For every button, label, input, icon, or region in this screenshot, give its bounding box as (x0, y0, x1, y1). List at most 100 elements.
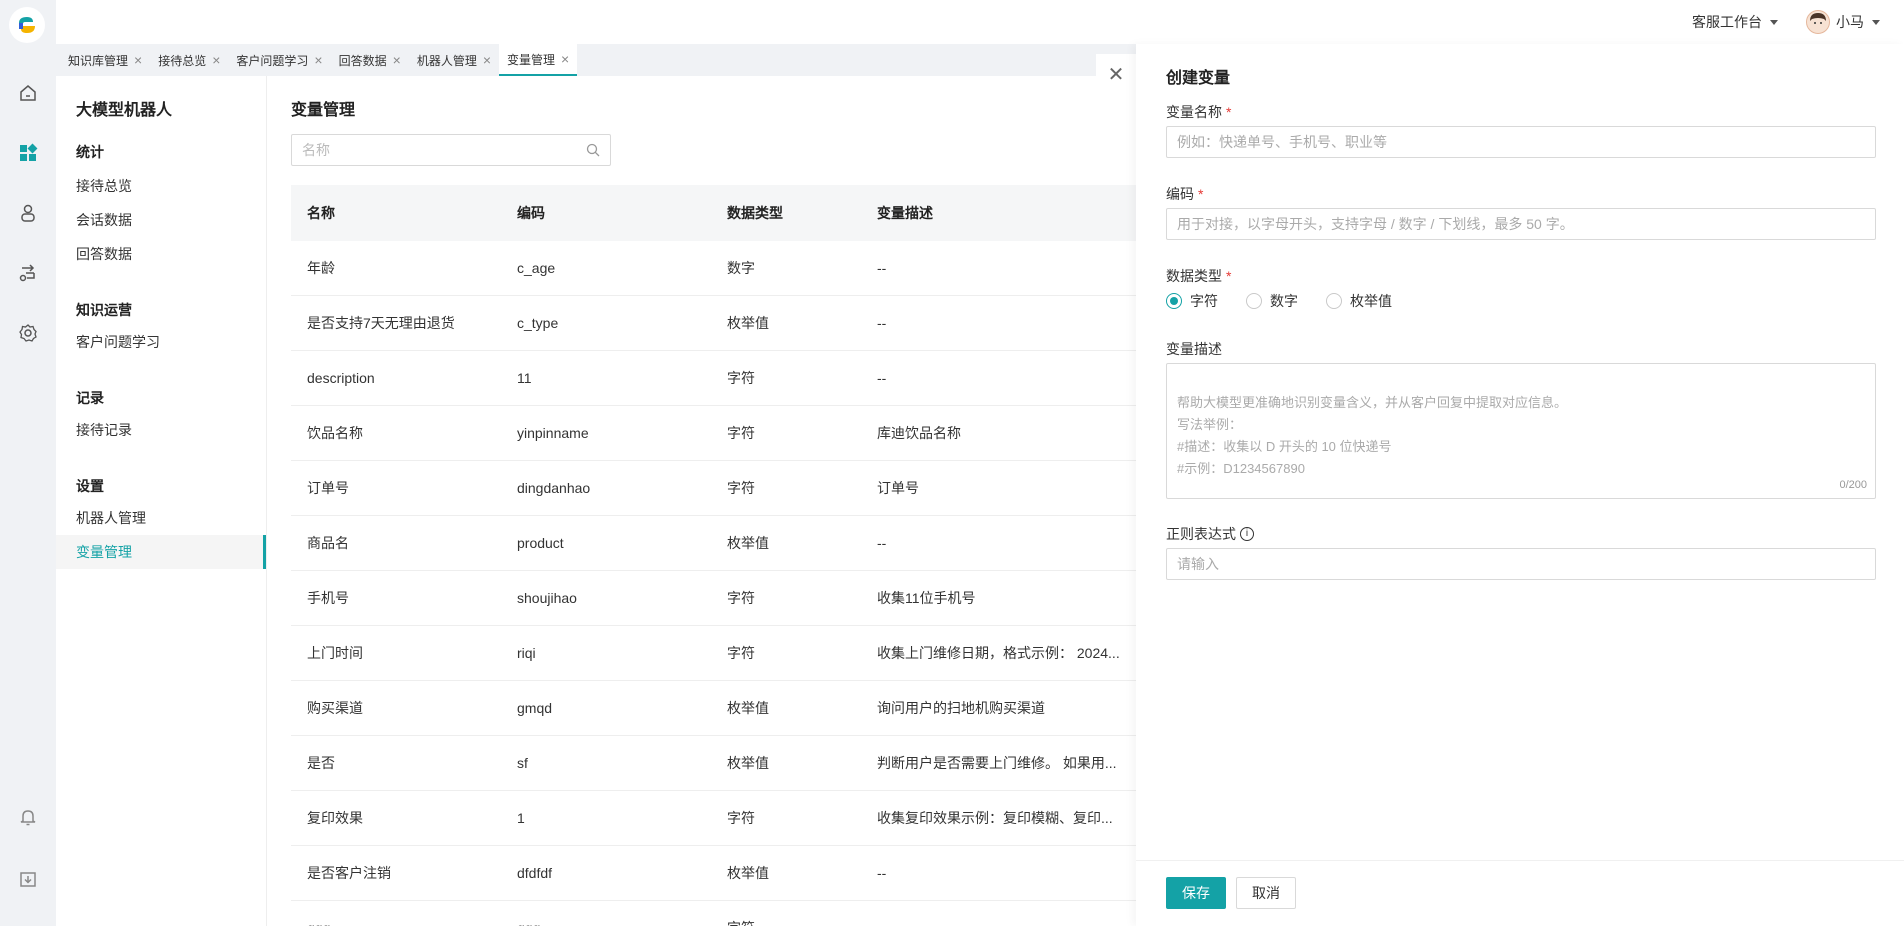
flow-icon[interactable] (13, 258, 43, 288)
nav-item-robot-management[interactable]: 机器人管理 (56, 501, 266, 535)
table-row[interactable]: 手机号 shoujihao 字符 收集11位手机号 (291, 571, 1137, 626)
cell-desc: 库迪饮品名称 (877, 425, 961, 441)
bell-icon[interactable] (13, 802, 43, 832)
settings-icon[interactable] (13, 318, 43, 348)
cell-type: 枚举值 (727, 700, 769, 716)
close-icon: ✕ (1107, 63, 1125, 86)
app-logo[interactable] (9, 7, 45, 43)
cell-name: 是否支持7天无理由退货 (307, 315, 455, 331)
cell-type: 字符 (727, 480, 755, 496)
nav-item-variable-management[interactable]: 变量管理 (56, 535, 266, 569)
table-header: 名称 编码 数据类型 变量描述 (291, 185, 1137, 241)
type-radio-enum[interactable]: 枚举值 (1326, 291, 1392, 311)
cell-type: 字符 (727, 425, 755, 441)
table-row[interactable]: 上门时间 riqi 字符 收集上门维修日期，格式示例： 2024... (291, 626, 1137, 681)
tab-4[interactable]: 机器人管理 × (409, 44, 499, 76)
nav-item-question-learning[interactable]: 客户问题学习 (56, 325, 266, 359)
nav-item-reception-overview[interactable]: 接待总览 (56, 169, 266, 203)
close-icon[interactable]: × (134, 53, 142, 67)
table-row[interactable]: 饮品名称 yinpinname 字符 库迪饮品名称 (291, 406, 1137, 461)
tab-label: 接待总览 (158, 53, 207, 68)
close-icon[interactable]: × (393, 53, 401, 67)
close-icon[interactable]: × (561, 52, 569, 66)
cell-desc: -- (877, 315, 887, 331)
cell-code: c_type (517, 315, 559, 331)
tab-2[interactable]: 客户问题学习 × (228, 44, 330, 76)
search-box (291, 134, 611, 166)
column-header-type: 数据类型 (727, 205, 783, 221)
tab-1[interactable]: 接待总览 × (150, 44, 228, 76)
cell-code: shoujihao (517, 590, 577, 606)
table-row[interactable]: 是否客户注销 dfdfdf 枚举值 -- (291, 846, 1137, 901)
regex-label: 正则表达式 i (1166, 524, 1254, 544)
required-mark: * (1226, 104, 1232, 120)
cell-name: 订单号 (307, 480, 349, 496)
cancel-button[interactable]: 取消 (1236, 877, 1296, 909)
close-drawer-button[interactable]: ✕ (1096, 54, 1136, 94)
logo-icon (19, 17, 35, 33)
column-header-code: 编码 (517, 205, 545, 221)
nav-item-reception-records[interactable]: 接待记录 (56, 413, 266, 447)
table-row[interactable]: gggggg字符 (291, 901, 1137, 926)
cell-name: 饮品名称 (307, 425, 363, 441)
nav-item-session-data[interactable]: 会话数据 (56, 203, 266, 237)
cell-name: 年龄 (307, 260, 335, 276)
dashboard-icon[interactable] (13, 138, 43, 168)
cell-code: sf (517, 755, 528, 771)
table-row[interactable]: description 11 字符 -- (291, 351, 1137, 406)
tab-label: 回答数据 (338, 53, 387, 68)
search-input[interactable] (302, 142, 586, 158)
type-radio-char[interactable]: 字符 (1166, 291, 1218, 311)
download-icon[interactable] (13, 864, 43, 894)
nav-item-answer-data[interactable]: 回答数据 (56, 237, 266, 271)
radio-label: 数字 (1270, 293, 1298, 309)
tab-0[interactable]: 知识库管理 × (60, 44, 150, 76)
cell-desc: 订单号 (877, 480, 919, 496)
variable-code-input[interactable] (1166, 208, 1876, 240)
close-icon[interactable]: × (483, 53, 491, 67)
radio-dot (1326, 293, 1342, 309)
workspace-dropdown[interactable]: 客服工作台 (1692, 12, 1778, 32)
home-icon[interactable] (13, 78, 43, 108)
tab-5[interactable]: 变量管理 × (499, 44, 578, 76)
type-radio-number[interactable]: 数字 (1246, 291, 1298, 311)
save-button[interactable]: 保存 (1166, 877, 1226, 909)
column-header-desc: 变量描述 (877, 205, 933, 221)
close-icon[interactable]: × (212, 53, 220, 67)
robot-icon[interactable] (13, 198, 43, 228)
desc-label-text: 变量描述 (1166, 341, 1222, 357)
main-content: 变量管理 名称 编码 数据类型 变量描述 年龄c_age数字--是否支持7天无理… (266, 76, 1137, 926)
tab-3[interactable]: 回答数据 × (331, 44, 409, 76)
table-row[interactable]: 是否支持7天无理由退货 c_type 枚举值 -- (291, 296, 1137, 351)
type-label: 数据类型 * (1166, 266, 1231, 286)
table-row[interactable]: 是否 sf 枚举值 判断用户是否需要上门维修。 如果用... (291, 736, 1137, 791)
close-icon[interactable]: × (314, 53, 322, 67)
cell-code: c_age (517, 260, 556, 276)
cell-type: 字符 (727, 810, 755, 826)
cell-code: gmqd (517, 700, 553, 716)
search-icon[interactable] (586, 143, 600, 157)
cell-code: yinpinname (517, 425, 589, 441)
avatar (1806, 10, 1830, 34)
variable-name-input[interactable] (1166, 126, 1876, 158)
table-row[interactable]: 年龄 c_age 数字 -- (291, 241, 1137, 296)
table-row[interactable]: 订单号 dingdanhao 字符 订单号 (291, 461, 1137, 516)
table-row[interactable]: 复印效果 1 字符 收集复印效果示例：复印模糊、复印... (291, 791, 1137, 846)
nav-group-settings: 设置 (76, 478, 104, 494)
char-counter: 0/200 (1839, 479, 1867, 491)
required-mark: * (1226, 268, 1232, 284)
cell-type: 字符 (727, 645, 755, 661)
name-label-text: 变量名称 (1166, 104, 1222, 120)
name-label: 变量名称 * (1166, 102, 1231, 122)
cell-desc: 判断用户是否需要上门维修。 如果用... (877, 755, 1117, 771)
cell-name: 是否 (307, 755, 335, 771)
user-menu[interactable]: 小马 (1806, 10, 1880, 34)
table-row[interactable]: 购买渠道 gmqd 枚举值 询问用户的扫地机购买渠道 (291, 681, 1137, 736)
table-row[interactable]: 商品名 product 枚举值 -- (291, 516, 1137, 571)
regex-input[interactable] (1166, 548, 1876, 580)
cell-type: 字符 (727, 370, 755, 386)
variable-desc-textarea[interactable]: 帮助大模型更准确地识别变量含义，并从客户回复中提取对应信息。 写法举例： #描述… (1166, 363, 1876, 499)
info-icon[interactable]: i (1240, 527, 1254, 541)
section-nav: 大模型机器人 统计 接待总览 会话数据 回答数据 知识运营 客户问题学习 记录 … (56, 76, 266, 926)
cell-name: ggg (291, 920, 501, 926)
